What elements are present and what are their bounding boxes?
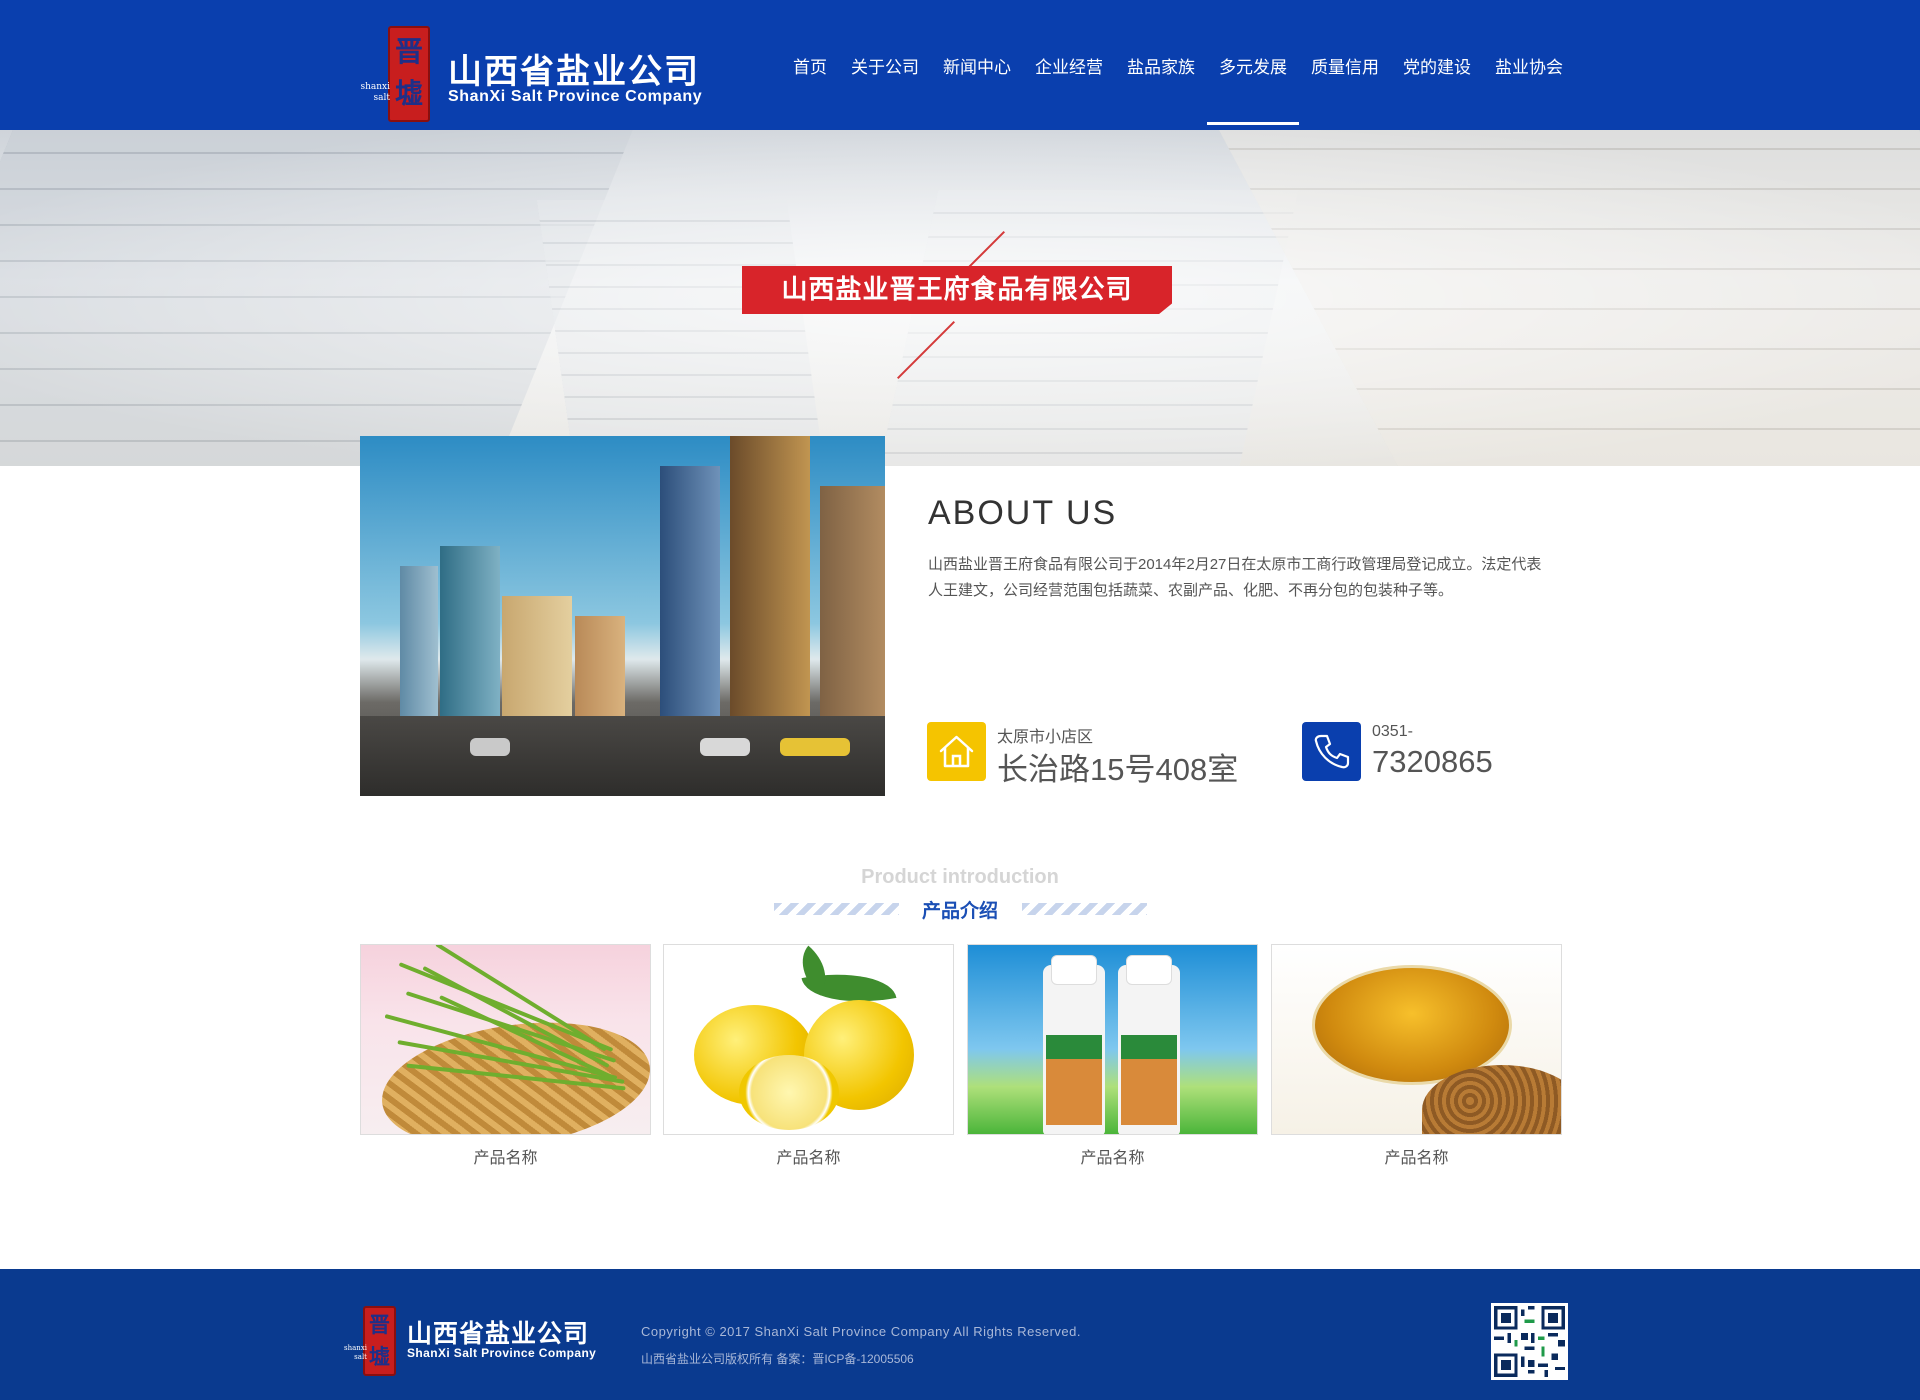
phone-area-code: 0351-: [1372, 723, 1413, 740]
product-card[interactable]: 产品名称: [1271, 944, 1562, 1168]
copyright-text: Copyright © 2017 ShanXi Salt Province Co…: [641, 1324, 1082, 1339]
product-image[interactable]: [360, 944, 651, 1135]
product-card[interactable]: 产品名称: [360, 944, 651, 1168]
nav-salt-products[interactable]: 盐品家族: [1115, 0, 1207, 130]
address-street: 长治路15号408室: [997, 752, 1239, 787]
seal-char-1: 晋: [394, 35, 423, 68]
product-name[interactable]: 产品名称: [663, 1144, 954, 1168]
site-logo[interactable]: 晋 墟 shanxi salt 山西省盐业公司 ShanXi Salt Prov…: [360, 26, 730, 124]
seal-char-2: 墟: [394, 77, 423, 110]
products-title-en: Product introduction: [861, 866, 1059, 888]
footer-brand-en: ShanXi Salt Province Company: [407, 1346, 597, 1360]
footer: 晋 墟 shanxi salt 山西省盐业公司 ShanXi Salt Prov…: [0, 1269, 1920, 1400]
nav-home[interactable]: 首页: [781, 0, 839, 130]
product-image[interactable]: [1271, 944, 1562, 1135]
nav-news[interactable]: 新闻中心: [931, 0, 1023, 130]
nav-quality[interactable]: 质量信用: [1299, 0, 1391, 130]
nav-about[interactable]: 关于公司: [839, 0, 931, 130]
product-image[interactable]: [967, 944, 1258, 1135]
logo-seal: 晋 墟: [388, 26, 430, 122]
brand-name-cn: 山西省盐业公司: [448, 53, 700, 91]
product-image[interactable]: [663, 944, 954, 1135]
product-name[interactable]: 产品名称: [360, 1144, 651, 1168]
qr-code-icon: [1491, 1303, 1568, 1380]
nav-party[interactable]: 党的建设: [1391, 0, 1483, 130]
footer-logo[interactable]: 晋 墟 shanxi salt 山西省盐业公司 ShanXi Salt Prov…: [344, 1304, 615, 1384]
nav-association[interactable]: 盐业协会: [1483, 0, 1575, 130]
about-description: 山西盐业晋王府食品有限公司于2014年2月27日在太原市工商行政管理局登记成立。…: [928, 556, 1542, 599]
brand-name-en: ShanXi Salt Province Company: [448, 88, 703, 105]
seal-side-text: shanxi salt: [360, 82, 390, 103]
about-photo: [360, 436, 885, 796]
about-title: ABOUT US: [928, 494, 1118, 532]
main-nav: 首页 关于公司 新闻中心 企业经营 盐品家族 多元发展 质量信用 党的建设 盐业…: [781, 0, 1575, 130]
products-title-cn: 产品介绍: [921, 901, 998, 922]
phone-number[interactable]: 7320865: [1372, 744, 1493, 780]
product-name[interactable]: 产品名称: [1271, 1144, 1562, 1168]
icp-text: 山西省盐业公司版权所有 备案：晋ICP备-12005506: [641, 1352, 914, 1366]
header: 晋 墟 shanxi salt 山西省盐业公司 ShanXi Salt Prov…: [0, 0, 1920, 130]
footer-brand-cn: 山西省盐业公司: [407, 1320, 590, 1348]
product-name[interactable]: 产品名称: [967, 1144, 1258, 1168]
home-icon: [927, 722, 986, 781]
nav-diversified[interactable]: 多元发展: [1207, 0, 1299, 130]
product-card[interactable]: 产品名称: [967, 944, 1258, 1168]
banner-title: 山西盐业晋王府食品有限公司: [742, 266, 1172, 314]
phone-icon: [1302, 722, 1361, 781]
nav-business[interactable]: 企业经营: [1023, 0, 1115, 130]
footer-logo-seal: 晋 墟: [363, 1306, 396, 1376]
product-card[interactable]: 产品名称: [663, 944, 954, 1168]
